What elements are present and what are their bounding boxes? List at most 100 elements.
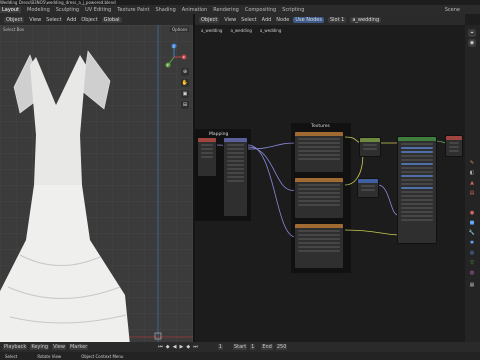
- node-editor-toolstrip: ⌖ ◉ ✎ ◧ ▲ ▤ ● ■ 🔧 ✱ ◎ ▽ ◍ ▦: [465, 25, 480, 342]
- end-frame-field[interactable]: 250: [275, 344, 288, 350]
- viewport-menu-select[interactable]: Select: [46, 17, 61, 23]
- node-row: [298, 234, 340, 236]
- scene-icon[interactable]: ◧: [468, 169, 476, 177]
- node-row: [298, 200, 340, 202]
- view-icon[interactable]: ◉: [468, 39, 476, 47]
- mode-dropdown[interactable]: Object: [4, 16, 25, 23]
- texture-icon[interactable]: ▦: [468, 281, 476, 289]
- image-texture-node-1[interactable]: [294, 131, 344, 173]
- use-nodes-toggle[interactable]: Use Nodes: [293, 16, 324, 23]
- node-row: [401, 207, 433, 209]
- prev-key-icon[interactable]: ◆: [166, 344, 170, 350]
- viewport-menu-object[interactable]: Object: [81, 17, 97, 23]
- timeline-menu-keying[interactable]: Keying: [30, 344, 50, 350]
- scene-selector[interactable]: Scene: [445, 7, 460, 13]
- node-row: [449, 150, 459, 152]
- tab-uv-editing[interactable]: UV Editing: [85, 7, 111, 13]
- shader-type-dropdown[interactable]: Object: [199, 16, 220, 23]
- physics-icon[interactable]: ◎: [468, 249, 476, 257]
- mix-node[interactable]: [359, 137, 381, 157]
- node-row: [298, 158, 340, 160]
- principled-bsdf-node[interactable]: [397, 136, 437, 244]
- transform-orientation-dropdown[interactable]: Global: [101, 16, 122, 23]
- tab-texture-paint[interactable]: Texture Paint: [117, 7, 149, 13]
- node-row: [401, 155, 433, 157]
- tab-layout[interactable]: Layout: [0, 6, 21, 13]
- node-row: [298, 246, 340, 248]
- tab-sculpting[interactable]: Sculpting: [56, 7, 79, 13]
- node-row: [227, 168, 244, 170]
- material-selector[interactable]: a_wedding: [350, 16, 382, 23]
- shader-node-editor[interactable]: a_wedding a_wedding a_wedding Mapping Te…: [195, 25, 465, 342]
- node-row: [401, 199, 433, 201]
- viewport-menu-add[interactable]: Add: [67, 17, 77, 23]
- jump-start-icon[interactable]: ⏮: [158, 344, 163, 350]
- node-menu-select[interactable]: Select: [241, 17, 256, 23]
- mapping-node[interactable]: [223, 137, 248, 217]
- 3d-viewport[interactable]: Select Box Options X Y Z ⊕ ✋ ▣ ⊞: [0, 25, 193, 342]
- constraint-icon[interactable]: ▽: [468, 259, 476, 267]
- node-row: [449, 142, 459, 144]
- node-menu-view[interactable]: View: [224, 17, 236, 23]
- tab-rendering[interactable]: Rendering: [213, 7, 239, 13]
- particles-icon[interactable]: ✱: [468, 239, 476, 247]
- normal-map-node[interactable]: [357, 178, 379, 198]
- jump-end-icon[interactable]: ⏭: [193, 344, 198, 350]
- play-reverse-icon[interactable]: ◀: [173, 344, 177, 350]
- node-row: [401, 195, 433, 197]
- node-row: [201, 144, 213, 146]
- material-output-node[interactable]: [445, 135, 463, 157]
- timeline-menu-playback[interactable]: Playback: [3, 344, 28, 350]
- start-label: Start: [232, 344, 248, 350]
- node-row: [363, 148, 377, 150]
- modifier-icon[interactable]: 🔧: [468, 229, 476, 237]
- node-row: [401, 163, 433, 165]
- texture-coordinate-node[interactable]: [197, 137, 217, 177]
- node-row: [298, 142, 340, 144]
- node-row: [201, 148, 213, 150]
- grid-icon[interactable]: ⊞: [181, 101, 189, 109]
- play-icon[interactable]: ▶: [180, 344, 184, 350]
- node-row: [298, 154, 340, 156]
- navigation-gizmo[interactable]: X Y Z: [160, 43, 188, 71]
- node-row: [401, 147, 433, 149]
- node-row: [298, 184, 340, 186]
- viewport-menu-view[interactable]: View: [29, 17, 41, 23]
- start-frame-field[interactable]: 1: [250, 344, 256, 350]
- status-select: Select: [5, 353, 18, 359]
- node-row: [401, 179, 433, 181]
- world-icon[interactable]: ●: [468, 209, 476, 217]
- next-key-icon[interactable]: ◆: [186, 344, 190, 350]
- tab-compositing[interactable]: Compositing: [245, 7, 276, 13]
- material-icon[interactable]: ◍: [468, 269, 476, 277]
- node-row: [298, 196, 340, 198]
- image-texture-node-3[interactable]: [294, 223, 344, 269]
- tab-modeling[interactable]: Modeling: [27, 7, 50, 13]
- zoom-icon[interactable]: ⊕: [181, 68, 189, 76]
- timeline-menu-view[interactable]: View: [52, 344, 66, 350]
- pan-icon[interactable]: ✋: [181, 79, 189, 87]
- tab-shading[interactable]: Shading: [155, 7, 175, 13]
- output-icon[interactable]: ▤: [468, 189, 476, 197]
- node-row: [361, 189, 375, 191]
- object-icon[interactable]: ■: [468, 219, 476, 227]
- node-row: [401, 215, 433, 217]
- timeline-bar: Playback Keying View Marker ⏮ ◆ ◀ ▶ ◆ ⏭ …: [0, 342, 480, 352]
- timeline-menu-marker[interactable]: Marker: [68, 344, 89, 350]
- camera-icon[interactable]: ▣: [181, 90, 189, 98]
- node-row: [201, 152, 213, 154]
- properties-icon[interactable]: ✎: [468, 159, 476, 167]
- tab-scripting[interactable]: Scripting: [282, 7, 304, 13]
- wedding-dress-model[interactable]: [0, 25, 193, 342]
- node-header: [295, 178, 343, 182]
- tool-icon[interactable]: ⌖: [468, 29, 476, 37]
- node-menu-add[interactable]: Add: [262, 17, 272, 23]
- node-row: [298, 238, 340, 240]
- slot-dropdown[interactable]: Slot 1: [327, 16, 347, 23]
- current-frame-field[interactable]: 1: [217, 344, 223, 350]
- node-menu-node[interactable]: Node: [276, 17, 289, 23]
- render-icon[interactable]: ▲: [468, 179, 476, 187]
- node-row: [298, 230, 340, 232]
- image-texture-node-2[interactable]: [294, 177, 344, 219]
- tab-animation[interactable]: Animation: [182, 7, 208, 13]
